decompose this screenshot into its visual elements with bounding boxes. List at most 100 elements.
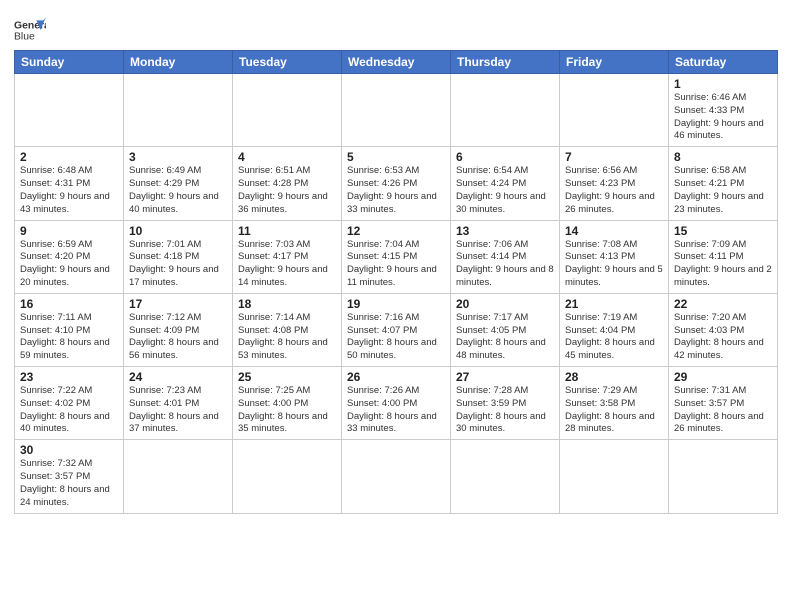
week-row-2: 2Sunrise: 6:48 AM Sunset: 4:31 PM Daylig… (15, 147, 778, 220)
day-number: 19 (347, 297, 445, 311)
day-info: Sunrise: 7:14 AM Sunset: 4:08 PM Dayligh… (238, 312, 336, 363)
day-number: 7 (565, 150, 663, 164)
day-number: 25 (238, 370, 336, 384)
calendar-cell: 5Sunrise: 6:53 AM Sunset: 4:26 PM Daylig… (342, 147, 451, 220)
day-info: Sunrise: 7:12 AM Sunset: 4:09 PM Dayligh… (129, 312, 227, 363)
day-info: Sunrise: 7:26 AM Sunset: 4:00 PM Dayligh… (347, 385, 445, 436)
calendar-cell: 15Sunrise: 7:09 AM Sunset: 4:11 PM Dayli… (669, 220, 778, 293)
day-info: Sunrise: 6:48 AM Sunset: 4:31 PM Dayligh… (20, 165, 118, 216)
calendar-cell: 28Sunrise: 7:29 AM Sunset: 3:58 PM Dayli… (560, 367, 669, 440)
day-info: Sunrise: 7:03 AM Sunset: 4:17 PM Dayligh… (238, 239, 336, 290)
calendar-cell (560, 440, 669, 513)
calendar-cell: 29Sunrise: 7:31 AM Sunset: 3:57 PM Dayli… (669, 367, 778, 440)
calendar-cell: 3Sunrise: 6:49 AM Sunset: 4:29 PM Daylig… (124, 147, 233, 220)
calendar-cell (451, 440, 560, 513)
calendar-cell: 21Sunrise: 7:19 AM Sunset: 4:04 PM Dayli… (560, 293, 669, 366)
weekday-header-tuesday: Tuesday (233, 51, 342, 74)
day-info: Sunrise: 6:53 AM Sunset: 4:26 PM Dayligh… (347, 165, 445, 216)
calendar-cell: 20Sunrise: 7:17 AM Sunset: 4:05 PM Dayli… (451, 293, 560, 366)
calendar-cell: 26Sunrise: 7:26 AM Sunset: 4:00 PM Dayli… (342, 367, 451, 440)
day-info: Sunrise: 7:22 AM Sunset: 4:02 PM Dayligh… (20, 385, 118, 436)
day-number: 20 (456, 297, 554, 311)
day-number: 24 (129, 370, 227, 384)
day-info: Sunrise: 6:51 AM Sunset: 4:28 PM Dayligh… (238, 165, 336, 216)
day-info: Sunrise: 7:17 AM Sunset: 4:05 PM Dayligh… (456, 312, 554, 363)
day-info: Sunrise: 7:01 AM Sunset: 4:18 PM Dayligh… (129, 239, 227, 290)
day-info: Sunrise: 6:56 AM Sunset: 4:23 PM Dayligh… (565, 165, 663, 216)
day-number: 3 (129, 150, 227, 164)
weekday-header-sunday: Sunday (15, 51, 124, 74)
calendar-cell: 24Sunrise: 7:23 AM Sunset: 4:01 PM Dayli… (124, 367, 233, 440)
day-info: Sunrise: 7:16 AM Sunset: 4:07 PM Dayligh… (347, 312, 445, 363)
day-number: 11 (238, 224, 336, 238)
day-info: Sunrise: 6:58 AM Sunset: 4:21 PM Dayligh… (674, 165, 772, 216)
day-number: 14 (565, 224, 663, 238)
calendar-cell (342, 74, 451, 147)
day-info: Sunrise: 7:08 AM Sunset: 4:13 PM Dayligh… (565, 239, 663, 290)
weekday-header-friday: Friday (560, 51, 669, 74)
calendar-cell: 18Sunrise: 7:14 AM Sunset: 4:08 PM Dayli… (233, 293, 342, 366)
day-info: Sunrise: 7:28 AM Sunset: 3:59 PM Dayligh… (456, 385, 554, 436)
day-number: 4 (238, 150, 336, 164)
calendar-cell (342, 440, 451, 513)
day-number: 9 (20, 224, 118, 238)
calendar-cell (233, 74, 342, 147)
day-number: 2 (20, 150, 118, 164)
day-number: 28 (565, 370, 663, 384)
day-number: 8 (674, 150, 772, 164)
calendar-cell: 2Sunrise: 6:48 AM Sunset: 4:31 PM Daylig… (15, 147, 124, 220)
calendar-cell: 4Sunrise: 6:51 AM Sunset: 4:28 PM Daylig… (233, 147, 342, 220)
calendar-cell: 10Sunrise: 7:01 AM Sunset: 4:18 PM Dayli… (124, 220, 233, 293)
day-number: 17 (129, 297, 227, 311)
calendar-cell (451, 74, 560, 147)
calendar-cell: 7Sunrise: 6:56 AM Sunset: 4:23 PM Daylig… (560, 147, 669, 220)
day-info: Sunrise: 6:49 AM Sunset: 4:29 PM Dayligh… (129, 165, 227, 216)
day-number: 26 (347, 370, 445, 384)
calendar-cell: 23Sunrise: 7:22 AM Sunset: 4:02 PM Dayli… (15, 367, 124, 440)
day-info: Sunrise: 7:23 AM Sunset: 4:01 PM Dayligh… (129, 385, 227, 436)
day-number: 10 (129, 224, 227, 238)
day-number: 27 (456, 370, 554, 384)
calendar-cell: 19Sunrise: 7:16 AM Sunset: 4:07 PM Dayli… (342, 293, 451, 366)
calendar-cell: 1Sunrise: 6:46 AM Sunset: 4:33 PM Daylig… (669, 74, 778, 147)
calendar-cell (560, 74, 669, 147)
day-number: 18 (238, 297, 336, 311)
day-number: 15 (674, 224, 772, 238)
day-number: 6 (456, 150, 554, 164)
calendar-cell: 8Sunrise: 6:58 AM Sunset: 4:21 PM Daylig… (669, 147, 778, 220)
day-info: Sunrise: 7:29 AM Sunset: 3:58 PM Dayligh… (565, 385, 663, 436)
weekday-header-thursday: Thursday (451, 51, 560, 74)
calendar-cell (15, 74, 124, 147)
day-number: 5 (347, 150, 445, 164)
day-info: Sunrise: 7:31 AM Sunset: 3:57 PM Dayligh… (674, 385, 772, 436)
day-info: Sunrise: 7:19 AM Sunset: 4:04 PM Dayligh… (565, 312, 663, 363)
logo-icon: General Blue (14, 14, 46, 46)
day-number: 29 (674, 370, 772, 384)
calendar-cell: 25Sunrise: 7:25 AM Sunset: 4:00 PM Dayli… (233, 367, 342, 440)
week-row-1: 1Sunrise: 6:46 AM Sunset: 4:33 PM Daylig… (15, 74, 778, 147)
calendar-cell: 27Sunrise: 7:28 AM Sunset: 3:59 PM Dayli… (451, 367, 560, 440)
calendar-cell: 6Sunrise: 6:54 AM Sunset: 4:24 PM Daylig… (451, 147, 560, 220)
day-number: 13 (456, 224, 554, 238)
week-row-6: 30Sunrise: 7:32 AM Sunset: 3:57 PM Dayli… (15, 440, 778, 513)
calendar-cell: 16Sunrise: 7:11 AM Sunset: 4:10 PM Dayli… (15, 293, 124, 366)
calendar-cell: 14Sunrise: 7:08 AM Sunset: 4:13 PM Dayli… (560, 220, 669, 293)
header: General Blue (14, 10, 778, 46)
day-number: 30 (20, 443, 118, 457)
svg-text:Blue: Blue (14, 32, 35, 43)
day-number: 12 (347, 224, 445, 238)
day-info: Sunrise: 7:06 AM Sunset: 4:14 PM Dayligh… (456, 239, 554, 290)
day-info: Sunrise: 7:11 AM Sunset: 4:10 PM Dayligh… (20, 312, 118, 363)
day-number: 1 (674, 77, 772, 91)
calendar-cell (669, 440, 778, 513)
day-info: Sunrise: 7:04 AM Sunset: 4:15 PM Dayligh… (347, 239, 445, 290)
day-number: 22 (674, 297, 772, 311)
page: General Blue SundayMondayTuesdayWednesda… (0, 0, 792, 612)
day-info: Sunrise: 7:09 AM Sunset: 4:11 PM Dayligh… (674, 239, 772, 290)
day-info: Sunrise: 6:54 AM Sunset: 4:24 PM Dayligh… (456, 165, 554, 216)
day-info: Sunrise: 7:32 AM Sunset: 3:57 PM Dayligh… (20, 458, 118, 509)
day-number: 21 (565, 297, 663, 311)
calendar-cell: 30Sunrise: 7:32 AM Sunset: 3:57 PM Dayli… (15, 440, 124, 513)
calendar-cell: 11Sunrise: 7:03 AM Sunset: 4:17 PM Dayli… (233, 220, 342, 293)
calendar-cell: 17Sunrise: 7:12 AM Sunset: 4:09 PM Dayli… (124, 293, 233, 366)
